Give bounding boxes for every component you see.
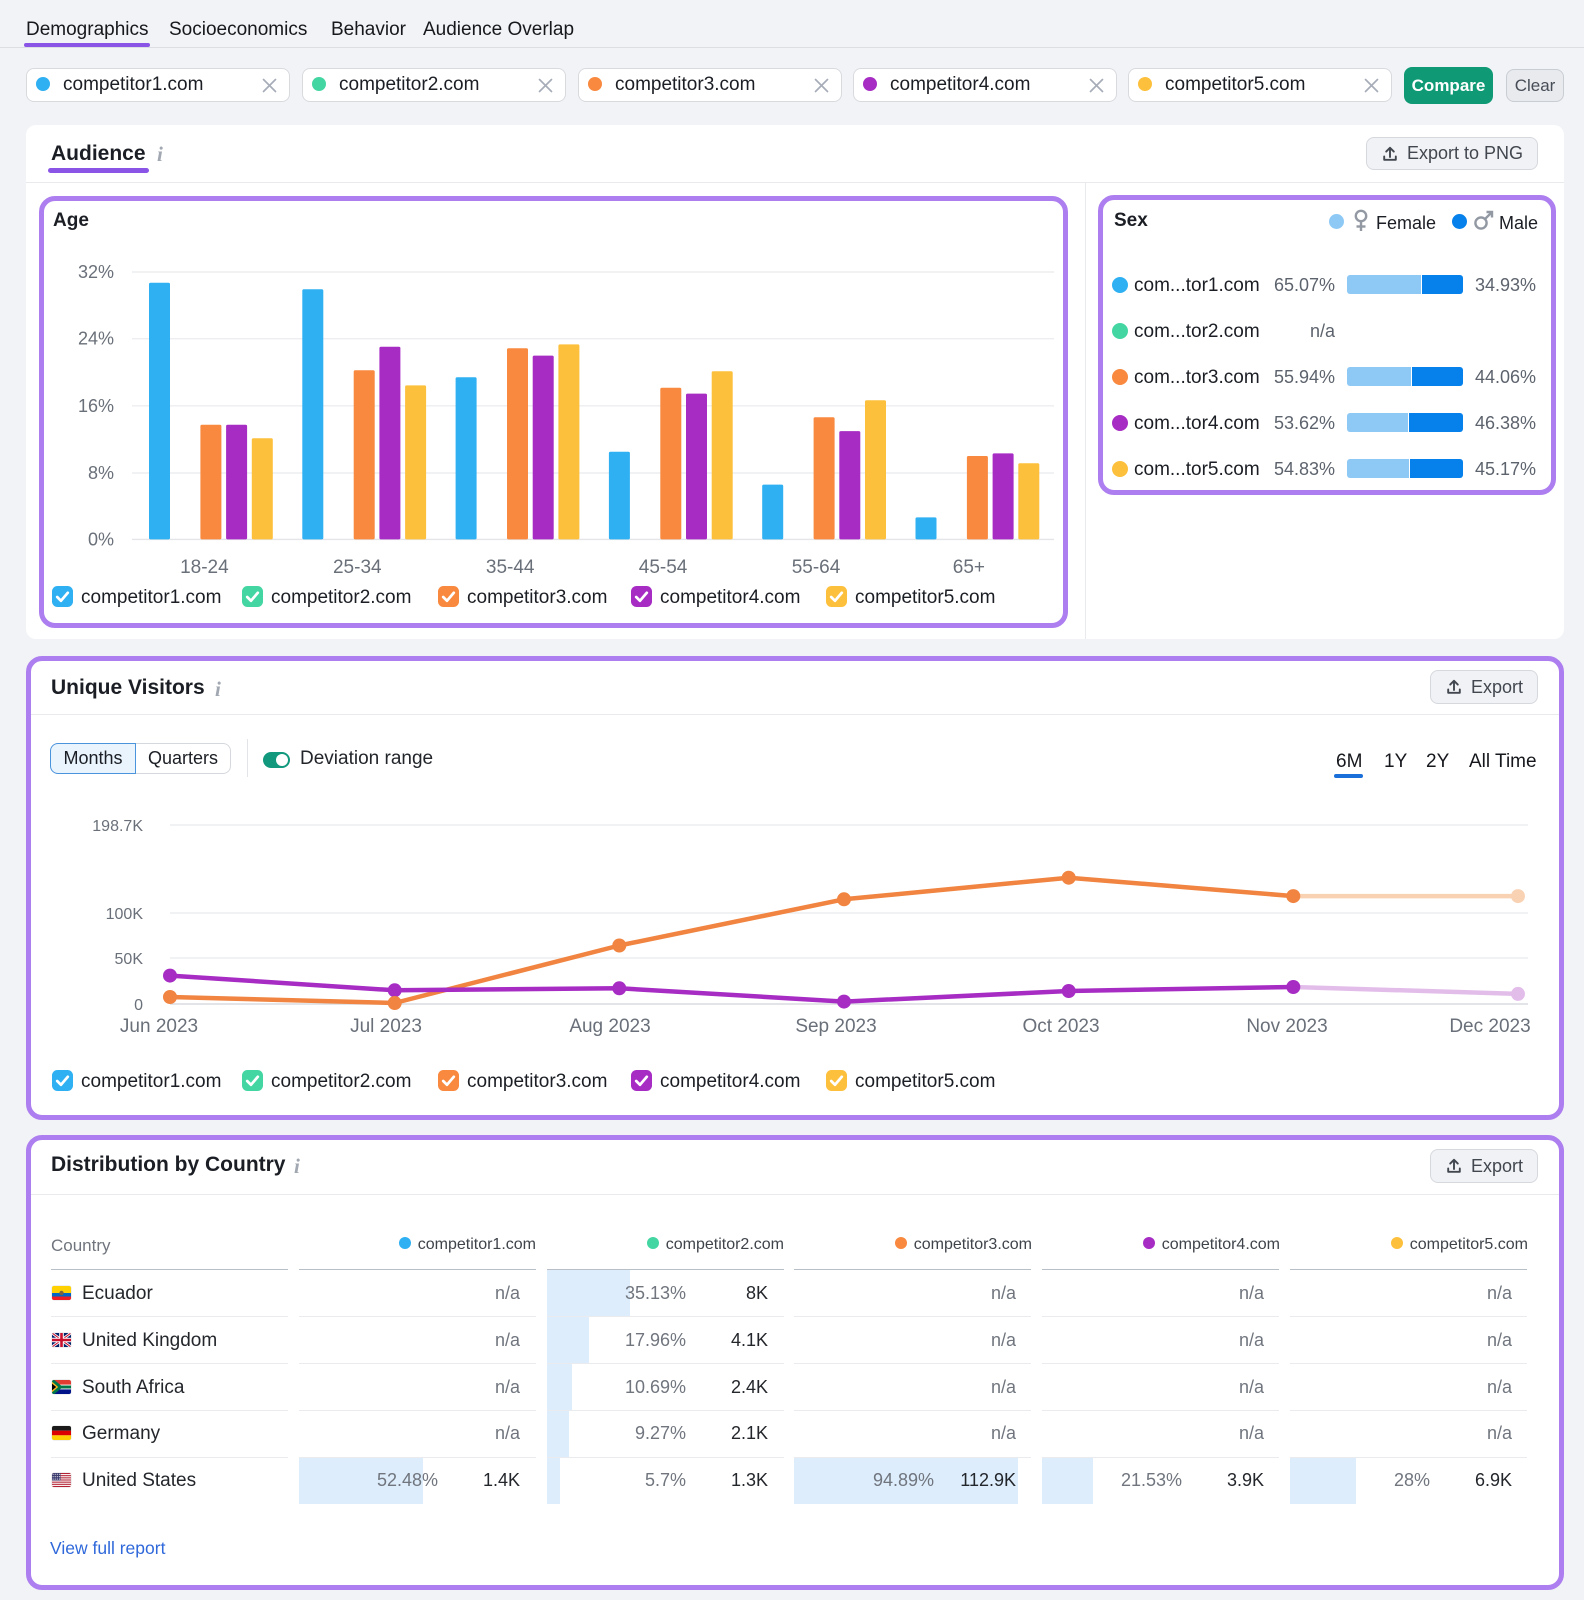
svg-text:45-54: 45-54	[639, 557, 688, 578]
svg-text:16%: 16%	[78, 396, 114, 416]
svg-text:Nov 2023: Nov 2023	[1246, 1016, 1327, 1037]
svg-text:Dec 2023: Dec 2023	[1449, 1016, 1530, 1037]
svg-text:Jul 2023: Jul 2023	[350, 1016, 422, 1037]
svg-text:0: 0	[134, 997, 143, 1014]
svg-text:18-24: 18-24	[180, 557, 229, 578]
svg-text:35-44: 35-44	[486, 557, 535, 578]
svg-text:55-64: 55-64	[792, 557, 841, 578]
svg-text:24%: 24%	[78, 329, 114, 349]
svg-text:65+: 65+	[953, 557, 985, 578]
svg-text:8%: 8%	[88, 463, 114, 483]
svg-text:198.7K: 198.7K	[92, 818, 143, 835]
svg-text:100K: 100K	[106, 906, 144, 923]
svg-text:0%: 0%	[88, 529, 114, 549]
svg-text:Aug 2023: Aug 2023	[569, 1016, 650, 1037]
svg-text:Jun 2023: Jun 2023	[120, 1016, 198, 1037]
svg-text:32%: 32%	[78, 262, 114, 282]
svg-text:Sep 2023: Sep 2023	[795, 1016, 876, 1037]
svg-text:25-34: 25-34	[333, 557, 382, 578]
svg-text:50K: 50K	[115, 951, 144, 968]
svg-text:Oct 2023: Oct 2023	[1022, 1016, 1099, 1037]
